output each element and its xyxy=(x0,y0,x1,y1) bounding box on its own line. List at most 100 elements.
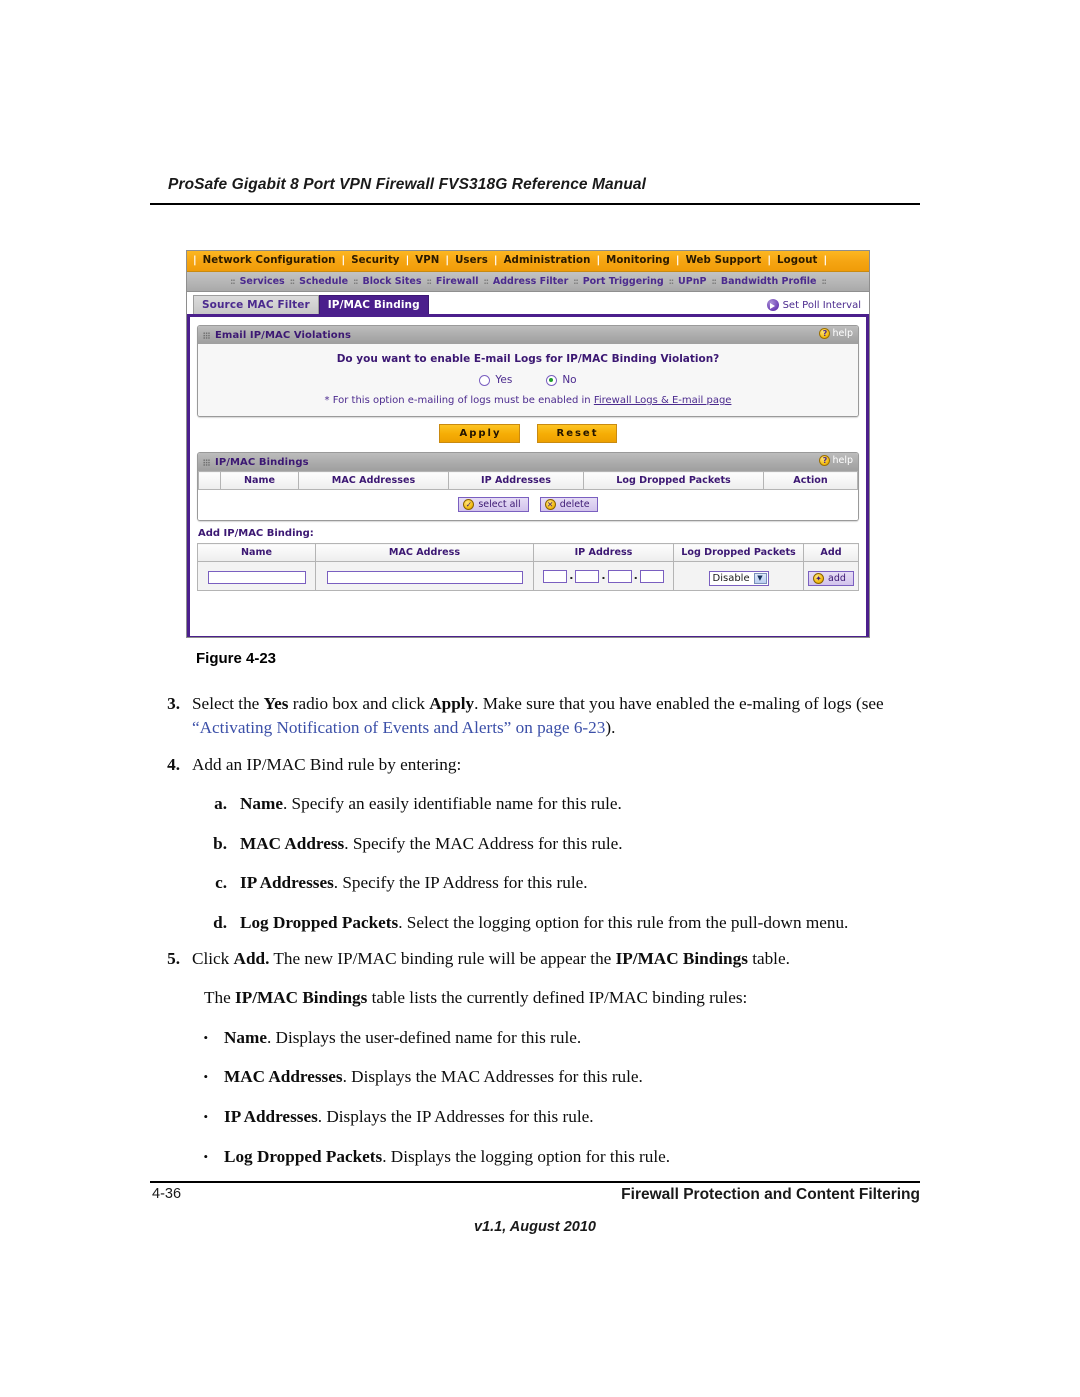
help-button[interactable]: ? help xyxy=(819,455,853,466)
bullet-rest: . Displays the user-defined name for thi… xyxy=(266,1027,582,1047)
footer-rule xyxy=(150,1181,920,1183)
add-ip-mac-binding-section: Add IP/MAC Binding: Name MAC Address IP … xyxy=(197,528,859,591)
step-4-text: Add an IP/MAC Bind rule by entering: xyxy=(192,754,462,774)
nav-item-logout[interactable]: Logout xyxy=(775,255,820,266)
column-log-dropped-packets: Log Dropped Packets xyxy=(673,543,804,562)
bullet-bold: MAC Addresses xyxy=(224,1067,343,1087)
apply-button[interactable]: Apply xyxy=(439,424,520,443)
ip-separator: . xyxy=(569,569,574,582)
add-button[interactable]: ✦ add xyxy=(808,571,854,586)
nav-separator: | xyxy=(675,255,680,266)
substep-a-bold: Name xyxy=(240,794,283,814)
x-circle-icon: ✕ xyxy=(544,499,556,510)
table-header-row: Name MAC Addresses IP Addresses Log Drop… xyxy=(198,471,858,490)
drag-grip-icon[interactable] xyxy=(203,458,210,466)
ip-octet-2-input[interactable] xyxy=(575,569,600,583)
bullet-text: Name. Displays the user-defined name for… xyxy=(224,1026,920,1051)
nav-separator: | xyxy=(193,255,197,266)
cell-ip-address: . . . xyxy=(533,561,674,591)
nav-item-vpn[interactable]: VPN xyxy=(413,255,441,266)
mac-address-input[interactable] xyxy=(326,570,523,584)
radio-no-label: No xyxy=(562,374,577,386)
column-action: Action xyxy=(763,471,858,490)
intro-part-c: table lists the currently defined IP/MAC… xyxy=(367,988,748,1008)
check-circle-icon: ✓ xyxy=(463,499,475,510)
radio-option-no[interactable]: No xyxy=(546,374,577,386)
firewall-logs-email-link[interactable]: Firewall Logs & E-mail page xyxy=(594,395,732,406)
column-select xyxy=(198,471,221,490)
primary-nav: | Network Configuration | Security | VPN… xyxy=(187,251,869,272)
add-binding-input-row: . . . Disable ▼ ✦ add xyxy=(197,561,859,591)
step-5-part-c: The new IP/MAC binding rule will be appe… xyxy=(269,948,616,968)
step-5-part-d: table. xyxy=(747,948,790,968)
list-item: • Name. Displays the user-defined name f… xyxy=(150,1026,920,1051)
radio-option-yes[interactable]: Yes xyxy=(479,374,512,386)
substep-b-text: MAC Address. Specify the MAC Address for… xyxy=(240,832,920,856)
delete-button[interactable]: ✕ delete xyxy=(539,497,598,512)
running-head: ProSafe Gigabit 8 Port VPN Firewall FVS3… xyxy=(168,176,647,193)
radio-yes-input[interactable] xyxy=(479,374,491,386)
subnav-item-bandwidth-profile[interactable]: Bandwidth Profile xyxy=(716,277,822,287)
step-5-text: Click Add. The new IP/MAC binding rule w… xyxy=(192,947,920,971)
cell-name xyxy=(197,561,316,591)
select-all-button[interactable]: ✓ select all xyxy=(458,497,529,512)
tab-source-mac-filter[interactable]: Source MAC Filter xyxy=(193,295,319,314)
step-3-part-g: ). xyxy=(605,718,616,738)
nav-item-users[interactable]: Users xyxy=(453,255,490,266)
nav-item-network-configuration[interactable]: Network Configuration xyxy=(201,255,338,266)
nav-item-monitoring[interactable]: Monitoring xyxy=(604,255,672,266)
nav-item-security[interactable]: Security xyxy=(349,255,401,266)
ip-mac-bindings-panel-title: IP/MAC Bindings xyxy=(215,456,309,468)
set-poll-interval-button[interactable]: Set Poll Interval xyxy=(766,299,861,311)
bindings-table-actions: ✓ select all ✕ delete xyxy=(198,490,858,520)
ip-separator: . xyxy=(601,569,606,582)
refresh-circle-icon xyxy=(766,299,779,311)
subnav-item-upnp[interactable]: UPnP xyxy=(673,277,711,287)
tab-ip-mac-binding[interactable]: IP/MAC Binding xyxy=(318,295,429,314)
column-mac-addresses: MAC Addresses xyxy=(298,471,449,490)
bullet-bold: Name xyxy=(224,1027,267,1047)
subnav-item-block-sites[interactable]: Block Sites xyxy=(357,277,426,287)
email-logs-question: Do you want to enable E-mail Logs for IP… xyxy=(336,353,720,365)
step-3-part-c: radio box and click xyxy=(288,694,430,713)
tab-strip: Source MAC Filter IP/MAC Binding Set Pol… xyxy=(187,292,869,317)
substep-d: d. Log Dropped Packets. Select the loggi… xyxy=(150,911,920,935)
help-button[interactable]: ? help xyxy=(819,328,853,339)
cross-reference-link[interactable]: “Activating Notification of Events and A… xyxy=(192,718,605,737)
ip-octet-4-input[interactable] xyxy=(639,569,664,583)
cell-add: ✦ add xyxy=(803,561,859,591)
ip-octet-1-input[interactable] xyxy=(543,569,568,583)
email-violations-panel-title: Email IP/MAC Violations xyxy=(215,329,352,341)
substep-b: b. MAC Address. Specify the MAC Address … xyxy=(150,832,920,856)
help-label: help xyxy=(832,455,853,466)
nav-item-administration[interactable]: Administration xyxy=(502,255,593,266)
column-mac-address: MAC Address xyxy=(315,543,534,562)
list-item: • IP Addresses. Displays the IP Addresse… xyxy=(150,1105,920,1130)
nav-separator: | xyxy=(445,255,450,266)
subnav-item-address-filter[interactable]: Address Filter xyxy=(488,277,573,287)
step-3-number: 3. xyxy=(167,694,180,713)
column-name: Name xyxy=(220,471,299,490)
subnav-item-firewall[interactable]: Firewall xyxy=(431,277,484,287)
delete-label: delete xyxy=(559,499,590,510)
name-input[interactable] xyxy=(207,570,306,584)
reset-button[interactable]: Reset xyxy=(536,424,617,443)
subnav-item-services[interactable]: Services xyxy=(235,277,290,287)
subnav-item-port-triggering[interactable]: Port Triggering xyxy=(578,277,669,287)
bullet-text: Log Dropped Packets. Displays the loggin… xyxy=(224,1145,920,1170)
substep-d-bold: Log Dropped Packets xyxy=(240,912,399,932)
step-4: 4. Add an IP/MAC Bind rule by entering: xyxy=(150,753,920,777)
substep-c: c. IP Addresses. Specify the IP Address … xyxy=(150,871,920,895)
bullet-marker: • xyxy=(203,1148,208,1164)
footer-version: v1.1, August 2010 xyxy=(474,1219,596,1235)
radio-no-input[interactable] xyxy=(546,374,558,386)
form-action-buttons: Apply Reset xyxy=(197,424,859,443)
column-add: Add xyxy=(803,543,859,562)
subnav-item-schedule[interactable]: Schedule xyxy=(294,277,353,287)
step-3-part-a: Select the xyxy=(192,694,264,713)
drag-grip-icon[interactable] xyxy=(203,331,210,339)
log-dropped-packets-select[interactable]: Disable ▼ xyxy=(708,571,769,586)
nav-item-web-support[interactable]: Web Support xyxy=(684,255,764,266)
ip-octet-3-input[interactable] xyxy=(607,569,632,583)
step-3-part-f: logs (see xyxy=(823,694,884,713)
